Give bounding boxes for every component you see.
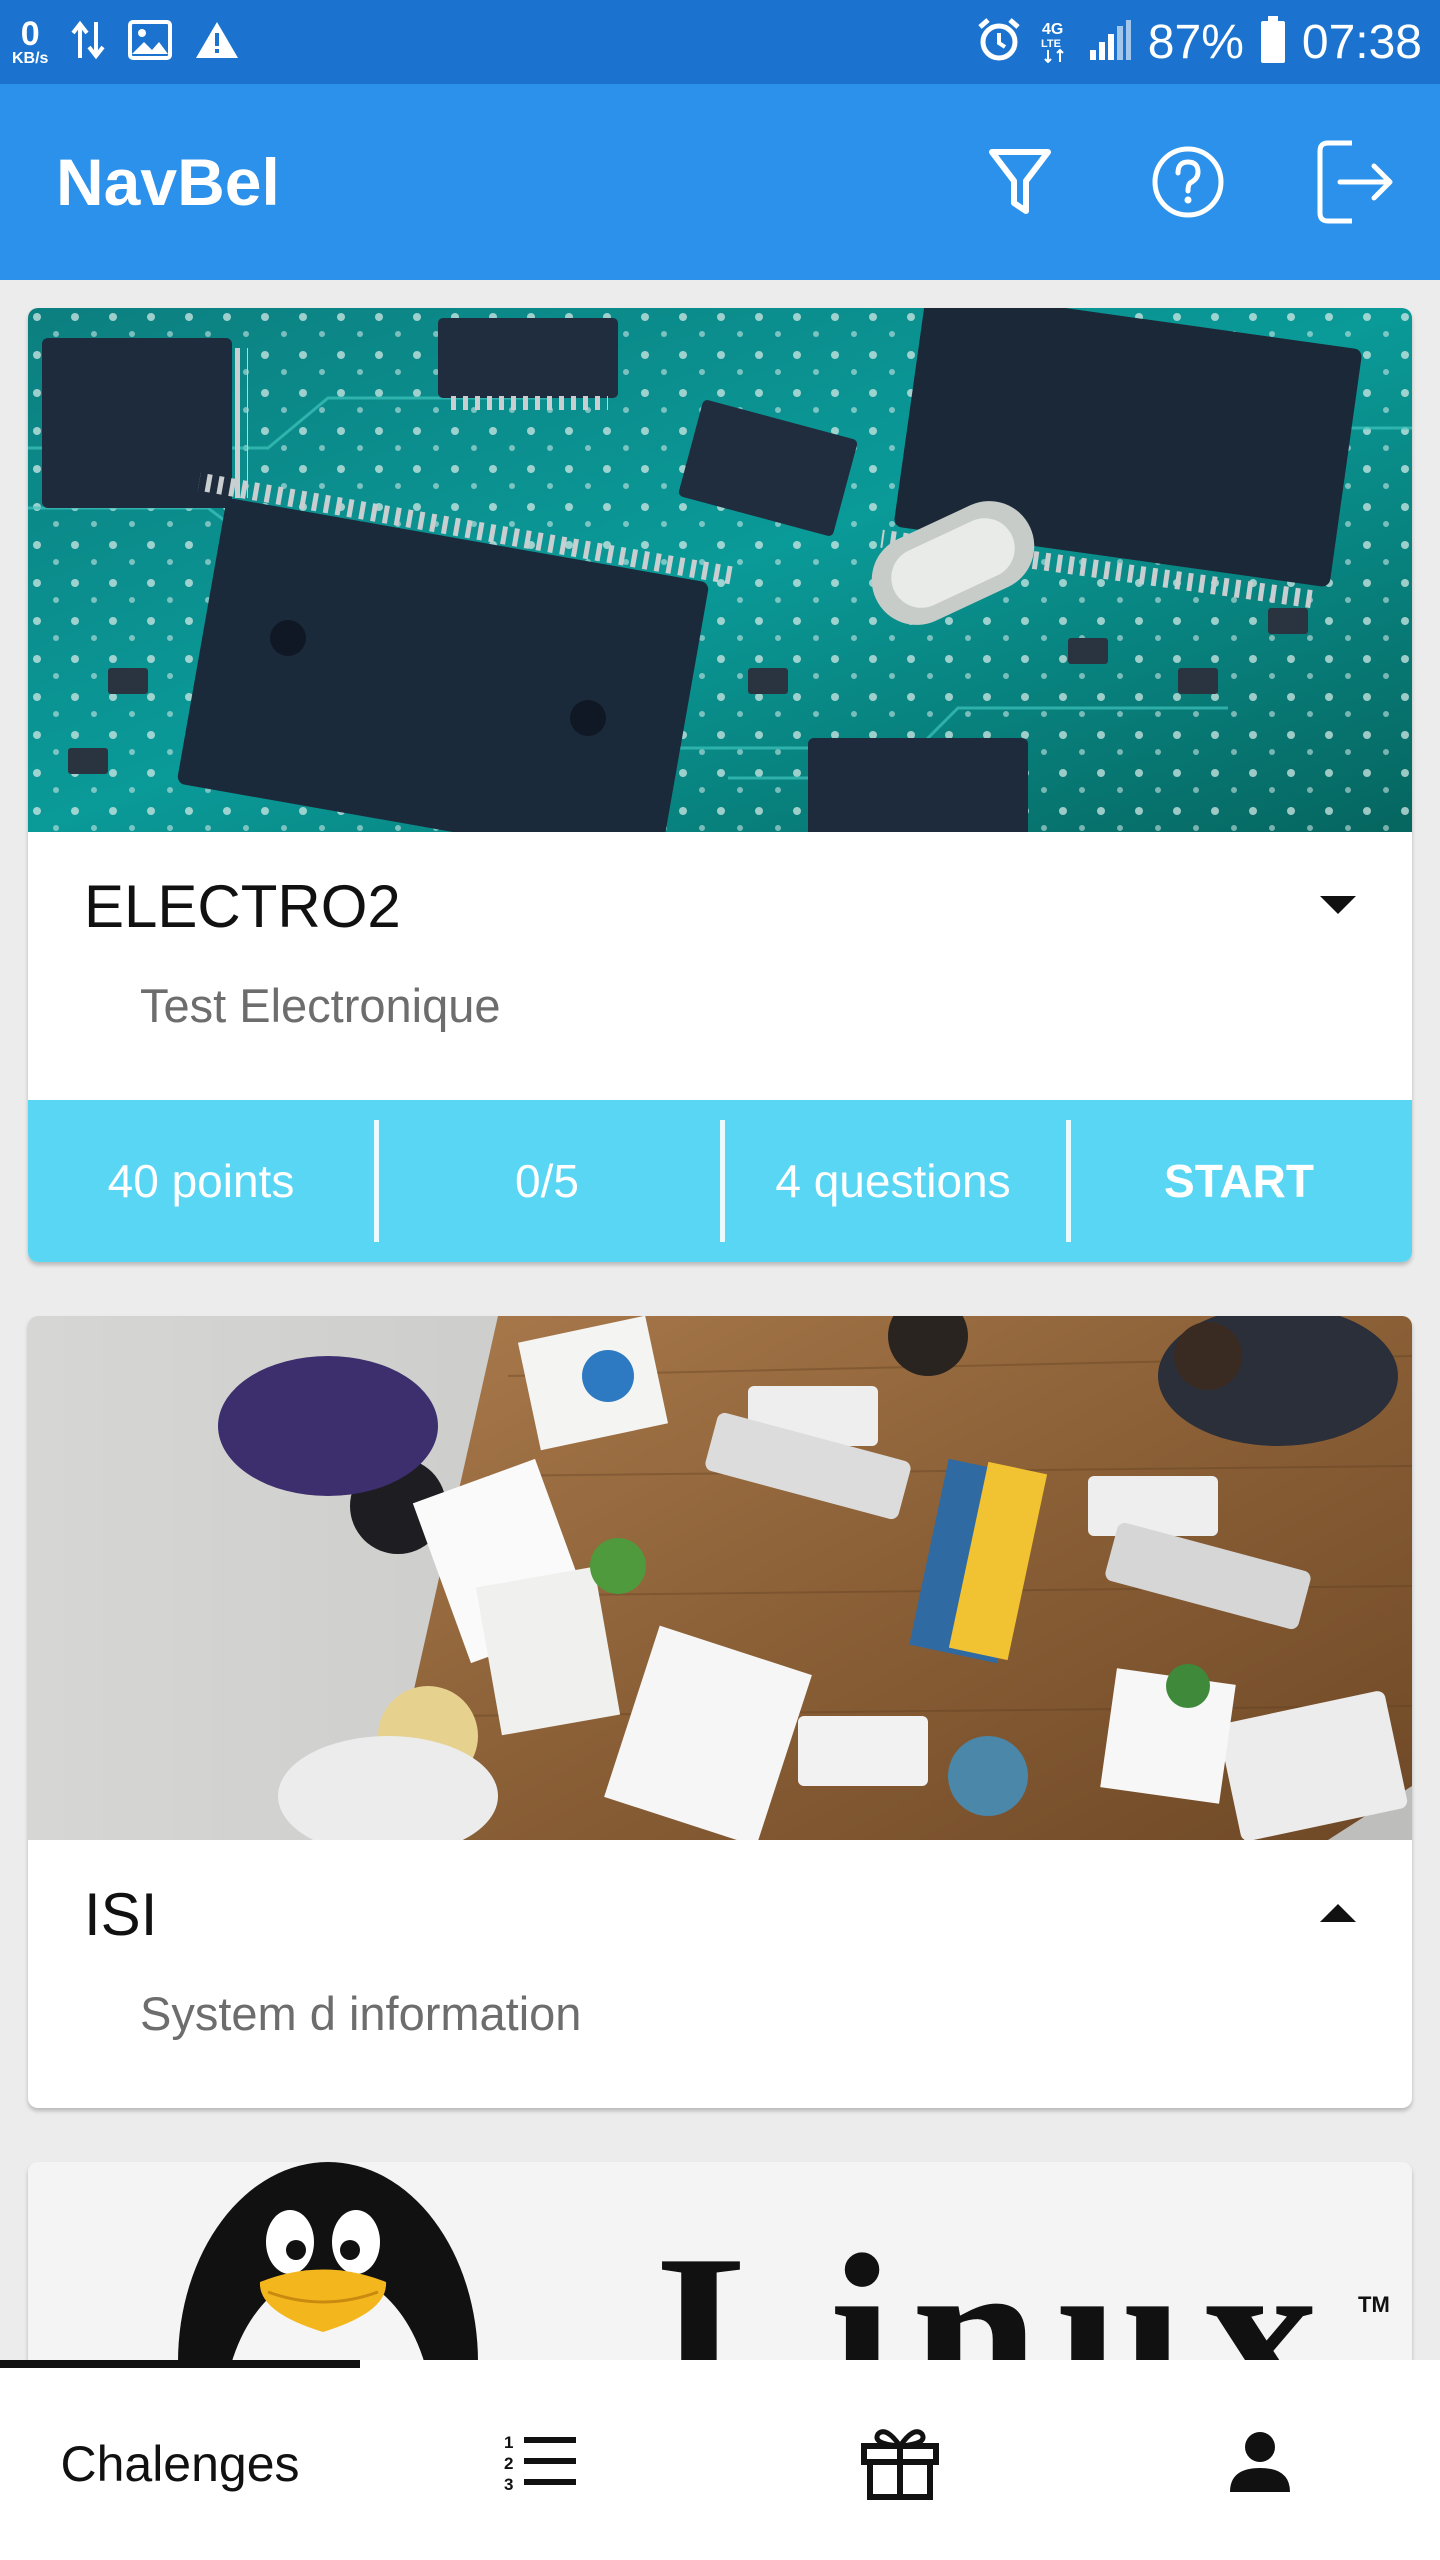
card-title: ELECTRO2: [84, 873, 401, 940]
alarm-icon: [976, 17, 1022, 68]
numbered-list-icon: 1 2 3: [502, 2431, 578, 2498]
card-stats: 40 points 0/5 4 questions START: [28, 1100, 1412, 1262]
network-speed-unit: KB/s: [12, 50, 49, 67]
challenge-card[interactable]: ELECTRO2 Test Electronique 40 points 0/5…: [28, 308, 1412, 1262]
nav-rewards-tab[interactable]: [720, 2368, 1080, 2560]
help-button[interactable]: [1140, 136, 1236, 232]
office-team-image: [28, 1316, 1412, 1840]
card-description: Test Electronique: [140, 979, 501, 1032]
battery-icon: [1260, 15, 1286, 69]
active-tab-indicator: [0, 2360, 360, 2368]
app-bar: NavBel: [0, 84, 1440, 280]
app-title: NavBel: [56, 145, 280, 219]
challenge-card[interactable]: ISI System d information: [28, 1316, 1412, 2108]
clock: 07:38: [1301, 15, 1422, 69]
nav-challenges-tab[interactable]: Chalenges: [0, 2368, 360, 2560]
filter-icon: [988, 147, 1052, 222]
network-speed-value: 0: [20, 15, 40, 53]
4g-lte-icon: 4G LTE: [1038, 17, 1072, 68]
status-right: 4G LTE 87% 07:38: [976, 12, 1422, 72]
data-arrows-icon: [70, 18, 106, 67]
help-icon: [1151, 145, 1225, 224]
svg-text:3: 3: [504, 2475, 513, 2493]
nav-profile-tab[interactable]: [1080, 2368, 1440, 2560]
points-stat: 40 points: [107, 1155, 295, 1207]
svg-text:4G: 4G: [1042, 21, 1063, 38]
logout-button[interactable]: [1308, 136, 1404, 232]
svg-text:2: 2: [504, 2454, 513, 2473]
filter-button[interactable]: [972, 136, 1068, 232]
svg-text:LTE: LTE: [1041, 38, 1061, 50]
caret-down-icon: [1308, 896, 1368, 928]
svg-text:1: 1: [504, 2433, 513, 2452]
bottom-navigation: Chalenges 1 2 3: [0, 2360, 1440, 2560]
expand-button[interactable]: [1308, 1892, 1368, 1932]
card-header[interactable]: ISI: [28, 1840, 1412, 1980]
questions-stat: 4 questions: [720, 1100, 1066, 1262]
signal-icon: [1088, 18, 1132, 67]
circuit-board-image: [28, 308, 1412, 832]
card-title: ISI: [84, 1881, 158, 1948]
warning-icon: [194, 20, 240, 65]
start-button[interactable]: START: [1066, 1100, 1412, 1262]
status-bar: 0 KB/s 4G LTE 87% 07:38: [0, 0, 1440, 84]
caret-up-icon: [1308, 1904, 1368, 1936]
collapse-button[interactable]: [1308, 884, 1368, 924]
card-header[interactable]: ELECTRO2: [28, 832, 1412, 972]
image-icon: [128, 19, 173, 65]
nav-list-tab[interactable]: 1 2 3: [360, 2368, 720, 2560]
battery-percent: 87%: [1147, 15, 1244, 69]
network-speed: 0 KB/s: [12, 17, 48, 67]
progress-stat: 0/5: [374, 1100, 720, 1262]
logout-icon: [1316, 139, 1396, 230]
status-left: 0 KB/s: [12, 12, 240, 72]
gift-icon: [860, 2424, 940, 2505]
person-icon: [1228, 2430, 1292, 2499]
svg-text:TM: TM: [1358, 2292, 1390, 2317]
nav-challenges-label: Chalenges: [60, 2436, 300, 2492]
card-description: System d information: [140, 1987, 582, 2040]
